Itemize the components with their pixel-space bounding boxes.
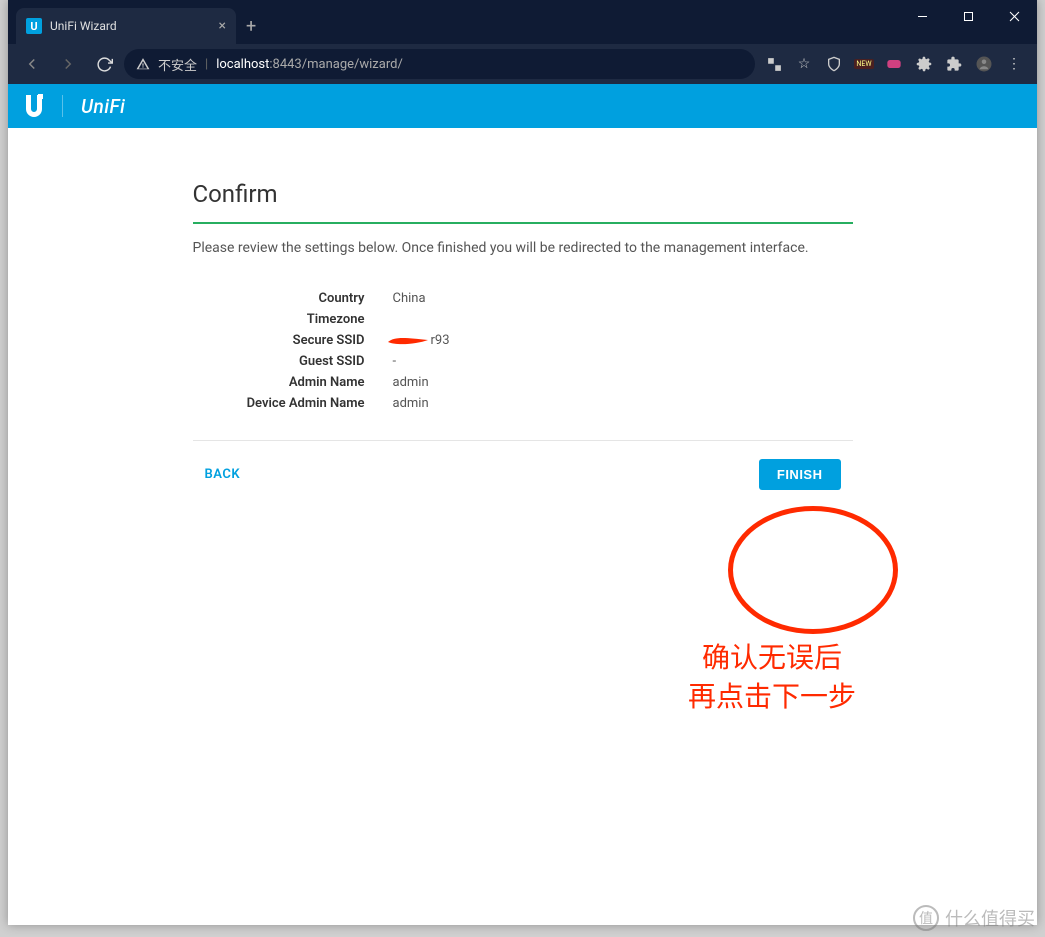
label-timezone: Timezone (193, 312, 393, 327)
bookmark-star-icon[interactable]: ☆ (795, 55, 813, 73)
wizard-footer: BACK FINISH (193, 440, 853, 508)
extension-new-icon[interactable]: NEW (855, 55, 873, 73)
redaction-mark-icon (387, 335, 429, 347)
row-timezone: Timezone (193, 309, 853, 330)
value-device-admin-name: admin (393, 396, 429, 411)
insecure-warning-icon (136, 57, 150, 71)
unifi-u-icon (24, 94, 44, 118)
header-divider (62, 95, 63, 117)
label-secure-ssid: Secure SSID (193, 333, 393, 348)
row-country: Country China (193, 288, 853, 309)
url-separator: | (205, 57, 208, 72)
value-secure-ssid-text: r93 (431, 333, 450, 348)
nav-back-button[interactable] (16, 48, 48, 80)
row-admin-name: Admin Name admin (193, 372, 853, 393)
url-host: localhost (216, 57, 269, 72)
row-device-admin-name: Device Admin Name admin (193, 393, 853, 414)
url-path: /manage/wizard/ (302, 57, 403, 72)
annotation-line2: 再点击下一步 (688, 681, 856, 712)
label-country: Country (193, 291, 393, 306)
window-close-button[interactable] (991, 0, 1037, 32)
nav-forward-button[interactable] (52, 48, 84, 80)
shield-icon[interactable] (825, 55, 843, 73)
extension-gear-icon[interactable] (915, 55, 933, 73)
unifi-logo: UniFi (81, 95, 125, 118)
nav-reload-button[interactable] (88, 48, 120, 80)
value-guest-ssid: - (393, 354, 397, 369)
url-port: :8443 (269, 57, 301, 72)
window-controls (899, 0, 1037, 32)
extensions-puzzle-icon[interactable] (945, 55, 963, 73)
tab-favicon-icon: U (26, 18, 42, 34)
tab-close-icon[interactable]: × (219, 18, 226, 34)
label-device-admin-name: Device Admin Name (193, 396, 393, 411)
browser-window: U UniFi Wizard × + 不安全 (8, 0, 1037, 925)
toolbar-icons: ☆ NEW ⋮ (759, 55, 1029, 73)
label-admin-name: Admin Name (193, 375, 393, 390)
instruction-text: Please review the settings below. Once f… (193, 240, 853, 256)
annotation-text: 确认无误后 再点击下一步 (688, 638, 856, 716)
tab-title: UniFi Wizard (50, 19, 211, 33)
progress-line (193, 222, 853, 224)
value-secure-ssid: r93 (393, 333, 450, 348)
settings-table: Country China Timezone Secure SSID r93 G… (193, 288, 853, 414)
annotation-circle (728, 506, 898, 634)
browser-menu-icon[interactable]: ⋮ (1005, 55, 1023, 73)
window-minimize-button[interactable] (899, 0, 945, 32)
value-country: China (393, 291, 426, 306)
value-admin-name: admin (393, 375, 429, 390)
window-maximize-button[interactable] (945, 0, 991, 32)
extension-controller-icon[interactable] (885, 55, 903, 73)
wizard-panel: Confirm Please review the settings below… (193, 180, 853, 508)
back-button[interactable]: BACK (205, 467, 241, 482)
url-box[interactable]: 不安全 | localhost:8443/manage/wizard/ (124, 49, 755, 79)
profile-avatar-icon[interactable] (975, 55, 993, 73)
address-bar: 不安全 | localhost:8443/manage/wizard/ ☆ NE… (8, 44, 1037, 84)
new-tab-button[interactable]: + (236, 8, 266, 44)
titlebar: U UniFi Wizard × + (8, 0, 1037, 44)
unifi-header: UniFi (8, 84, 1037, 128)
label-guest-ssid: Guest SSID (193, 354, 393, 369)
translate-icon[interactable] (765, 55, 783, 73)
finish-button[interactable]: FINISH (759, 459, 841, 490)
browser-tab[interactable]: U UniFi Wizard × (16, 8, 236, 44)
insecure-label: 不安全 (158, 55, 197, 74)
row-secure-ssid: Secure SSID r93 (193, 330, 853, 351)
row-guest-ssid: Guest SSID - (193, 351, 853, 372)
annotation-line1: 确认无误后 (702, 642, 842, 673)
content-area: Confirm Please review the settings below… (8, 128, 1037, 925)
page-title: Confirm (193, 180, 853, 208)
